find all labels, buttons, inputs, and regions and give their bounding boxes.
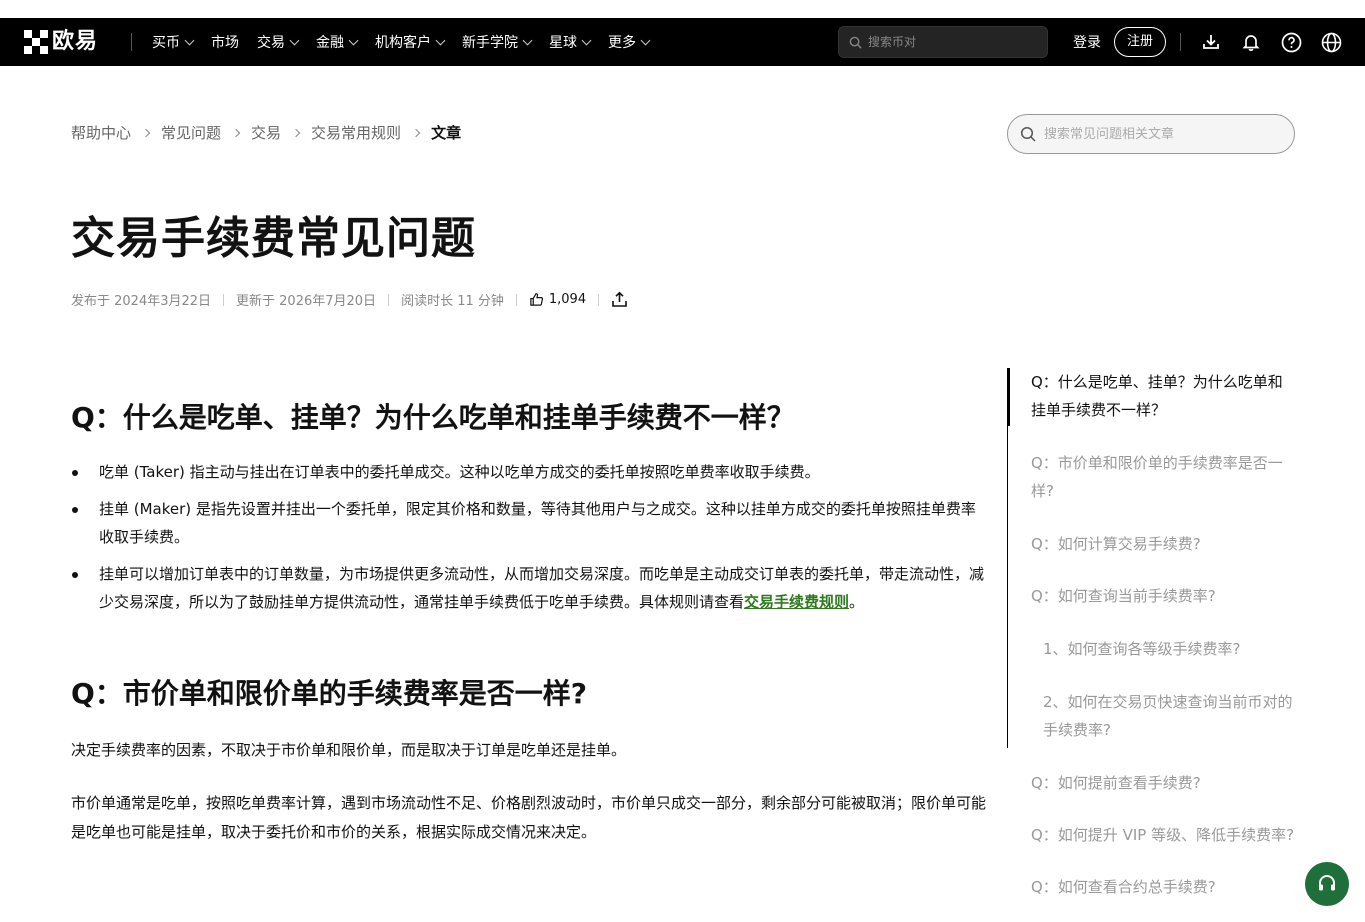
toc-item[interactable]: Q：如何查看合约总手续费?: [1007, 873, 1297, 901]
toc-item[interactable]: Q：如何计算交易手续费?: [1007, 530, 1297, 558]
help-icon[interactable]: [1279, 30, 1303, 54]
thumbs-up-icon: [530, 293, 543, 306]
customer-support-button[interactable]: [1305, 862, 1349, 906]
meta-divider: [223, 293, 225, 306]
pair-search-input[interactable]: [868, 35, 1038, 49]
chevron-down-icon: [435, 35, 446, 45]
article-body: Q：什么是吃单、挂单？为什么吃单和挂单手续费不一样？ 吃单 (Taker) 指主…: [71, 400, 986, 847]
toc-item[interactable]: Q：如何提前查看手续费?: [1007, 769, 1297, 797]
chevron-right-icon: [141, 128, 151, 137]
chevron-right-icon: [291, 128, 301, 137]
like-button[interactable]: 1,094: [529, 292, 586, 307]
toc-subitem[interactable]: 2、如何在交易页快速查询当前币对的手续费率?: [1007, 688, 1297, 744]
like-count: 1,094: [548, 292, 587, 307]
nav-divider: [1180, 33, 1181, 51]
pair-search-box[interactable]: [838, 26, 1048, 58]
register-button[interactable]: 注册: [1114, 27, 1167, 57]
article-meta: 发布于 2024年3月22日 更新于 2026年7月20日 阅读时长 11 分钟…: [71, 290, 628, 309]
login-link[interactable]: 登录: [1073, 32, 1101, 52]
nav-item-trade[interactable]: 交易: [257, 32, 300, 52]
nav-item-academy[interactable]: 新手学院: [462, 32, 533, 52]
paragraph: 市价单通常是吃单，按照吃单费率计算，遇到市场流动性不足、价格剧烈波动时，市价单只…: [71, 793, 987, 841]
nav-label: 买币: [152, 35, 180, 51]
chevron-down-icon: [640, 35, 651, 45]
nav-label: 新手学院: [462, 35, 518, 51]
toc-subitem[interactable]: 1、如何查询各等级手续费率?: [1007, 635, 1297, 663]
share-icon[interactable]: [611, 291, 628, 308]
top-navbar: 欧易 买币 市场 交易 金融 机构客户 新手学院 星球 更多 登录 注册: [0, 18, 1365, 66]
nav-label: 交易: [257, 35, 285, 51]
help-search-box[interactable]: [1007, 114, 1295, 154]
nav-label: 金融: [316, 35, 344, 51]
list-item: 吃单 (Taker) 指主动与挂出在订单表中的委托单成交。这种以吃单方成交的委托…: [71, 458, 986, 486]
globe-icon[interactable]: [1319, 30, 1343, 54]
toc-item[interactable]: Q：如何查询当前手续费率?: [1007, 582, 1297, 610]
nav-item-finance[interactable]: 金融: [316, 32, 359, 52]
nav-item-institutional[interactable]: 机构客户: [375, 32, 446, 52]
meta-divider: [515, 293, 517, 306]
toc-item[interactable]: Q：如何提升 VIP 等级、降低手续费率?: [1007, 821, 1297, 849]
toc-item[interactable]: Q：市价单和限价单的手续费率是否一样?: [1007, 449, 1297, 505]
breadcrumb-item-faq[interactable]: 常见问题: [161, 122, 221, 143]
table-of-contents: Q：什么是吃单、挂单？为什么吃单和挂单手续费不一样？ Q：市价单和限价单的手续费…: [1007, 368, 1297, 922]
logo-text: 欧易: [52, 29, 99, 54]
nav-label: 星球: [549, 35, 577, 51]
meta-divider: [598, 293, 600, 306]
list-item-text-end: 。: [849, 593, 865, 612]
nav-divider: [131, 33, 132, 51]
nav-label: 机构客户: [375, 35, 431, 51]
headset-icon: [1319, 875, 1335, 891]
updated-date: 更新于 2026年7月20日: [236, 294, 377, 309]
breadcrumb-item-current: 文章: [431, 124, 462, 142]
search-icon: [1020, 126, 1036, 142]
list-item: 挂单 (Maker) 是指先设置并挂出一个委托单，限定其价格和数量，等待其他用户…: [71, 495, 986, 551]
chevron-right-icon: [411, 128, 421, 137]
download-icon[interactable]: [1199, 30, 1223, 54]
logo-mark-icon: [24, 30, 48, 54]
nav-item-buy-crypto[interactable]: 买币: [152, 32, 195, 52]
bell-icon[interactable]: [1239, 30, 1263, 54]
read-time: 阅读时长 11 分钟: [401, 294, 504, 309]
breadcrumb-item-trade[interactable]: 交易: [251, 122, 281, 143]
meta-divider: [388, 293, 390, 306]
bullet-list: 吃单 (Taker) 指主动与挂出在订单表中的委托单成交。这种以吃单方成交的委托…: [71, 458, 986, 616]
toc-item[interactable]: Q：什么是吃单、挂单？为什么吃单和挂单手续费不一样？: [1007, 368, 1297, 424]
fee-rules-link[interactable]: 交易手续费规则: [744, 593, 849, 611]
search-icon: [849, 36, 862, 49]
top-spacer: [0, 0, 1365, 18]
nav-item-more[interactable]: 更多: [608, 32, 651, 52]
chevron-down-icon: [522, 35, 533, 45]
breadcrumb: 帮助中心 常见问题 交易 交易常用规则 文章: [71, 122, 461, 143]
help-search-input[interactable]: [1044, 126, 1284, 142]
nav-label: 市场: [211, 35, 239, 51]
section-heading: Q：市价单和限价单的手续费率是否一样?: [71, 677, 588, 711]
chevron-down-icon: [348, 35, 359, 45]
breadcrumb-item-trade-rules[interactable]: 交易常用规则: [311, 122, 401, 143]
chevron-right-icon: [231, 128, 241, 137]
breadcrumb-item-help-center[interactable]: 帮助中心: [71, 122, 131, 143]
list-item: 挂单可以增加订单表中的订单数量，为市场提供更多流动性，从而增加交易深度。而吃单是…: [71, 560, 986, 616]
nav-item-planet[interactable]: 星球: [549, 32, 592, 52]
section-heading: Q：什么是吃单、挂单？为什么吃单和挂单手续费不一样？: [71, 401, 795, 434]
published-date: 发布于 2024年3月22日: [71, 294, 212, 309]
site-logo[interactable]: 欧易: [24, 30, 98, 54]
chevron-down-icon: [581, 35, 592, 45]
nav-label: 更多: [608, 35, 636, 51]
chevron-down-icon: [289, 35, 300, 45]
nav-item-market[interactable]: 市场: [211, 32, 239, 52]
page-title: 交易手续费常见问题: [71, 213, 476, 264]
paragraph: 决定手续费率的因素，不取决于市价单和限价单，而是取决于订单是吃单还是挂单。: [71, 740, 627, 759]
main-nav: 买币 市场 交易 金融 机构客户 新手学院 星球 更多: [152, 18, 667, 66]
chevron-down-icon: [184, 35, 195, 45]
